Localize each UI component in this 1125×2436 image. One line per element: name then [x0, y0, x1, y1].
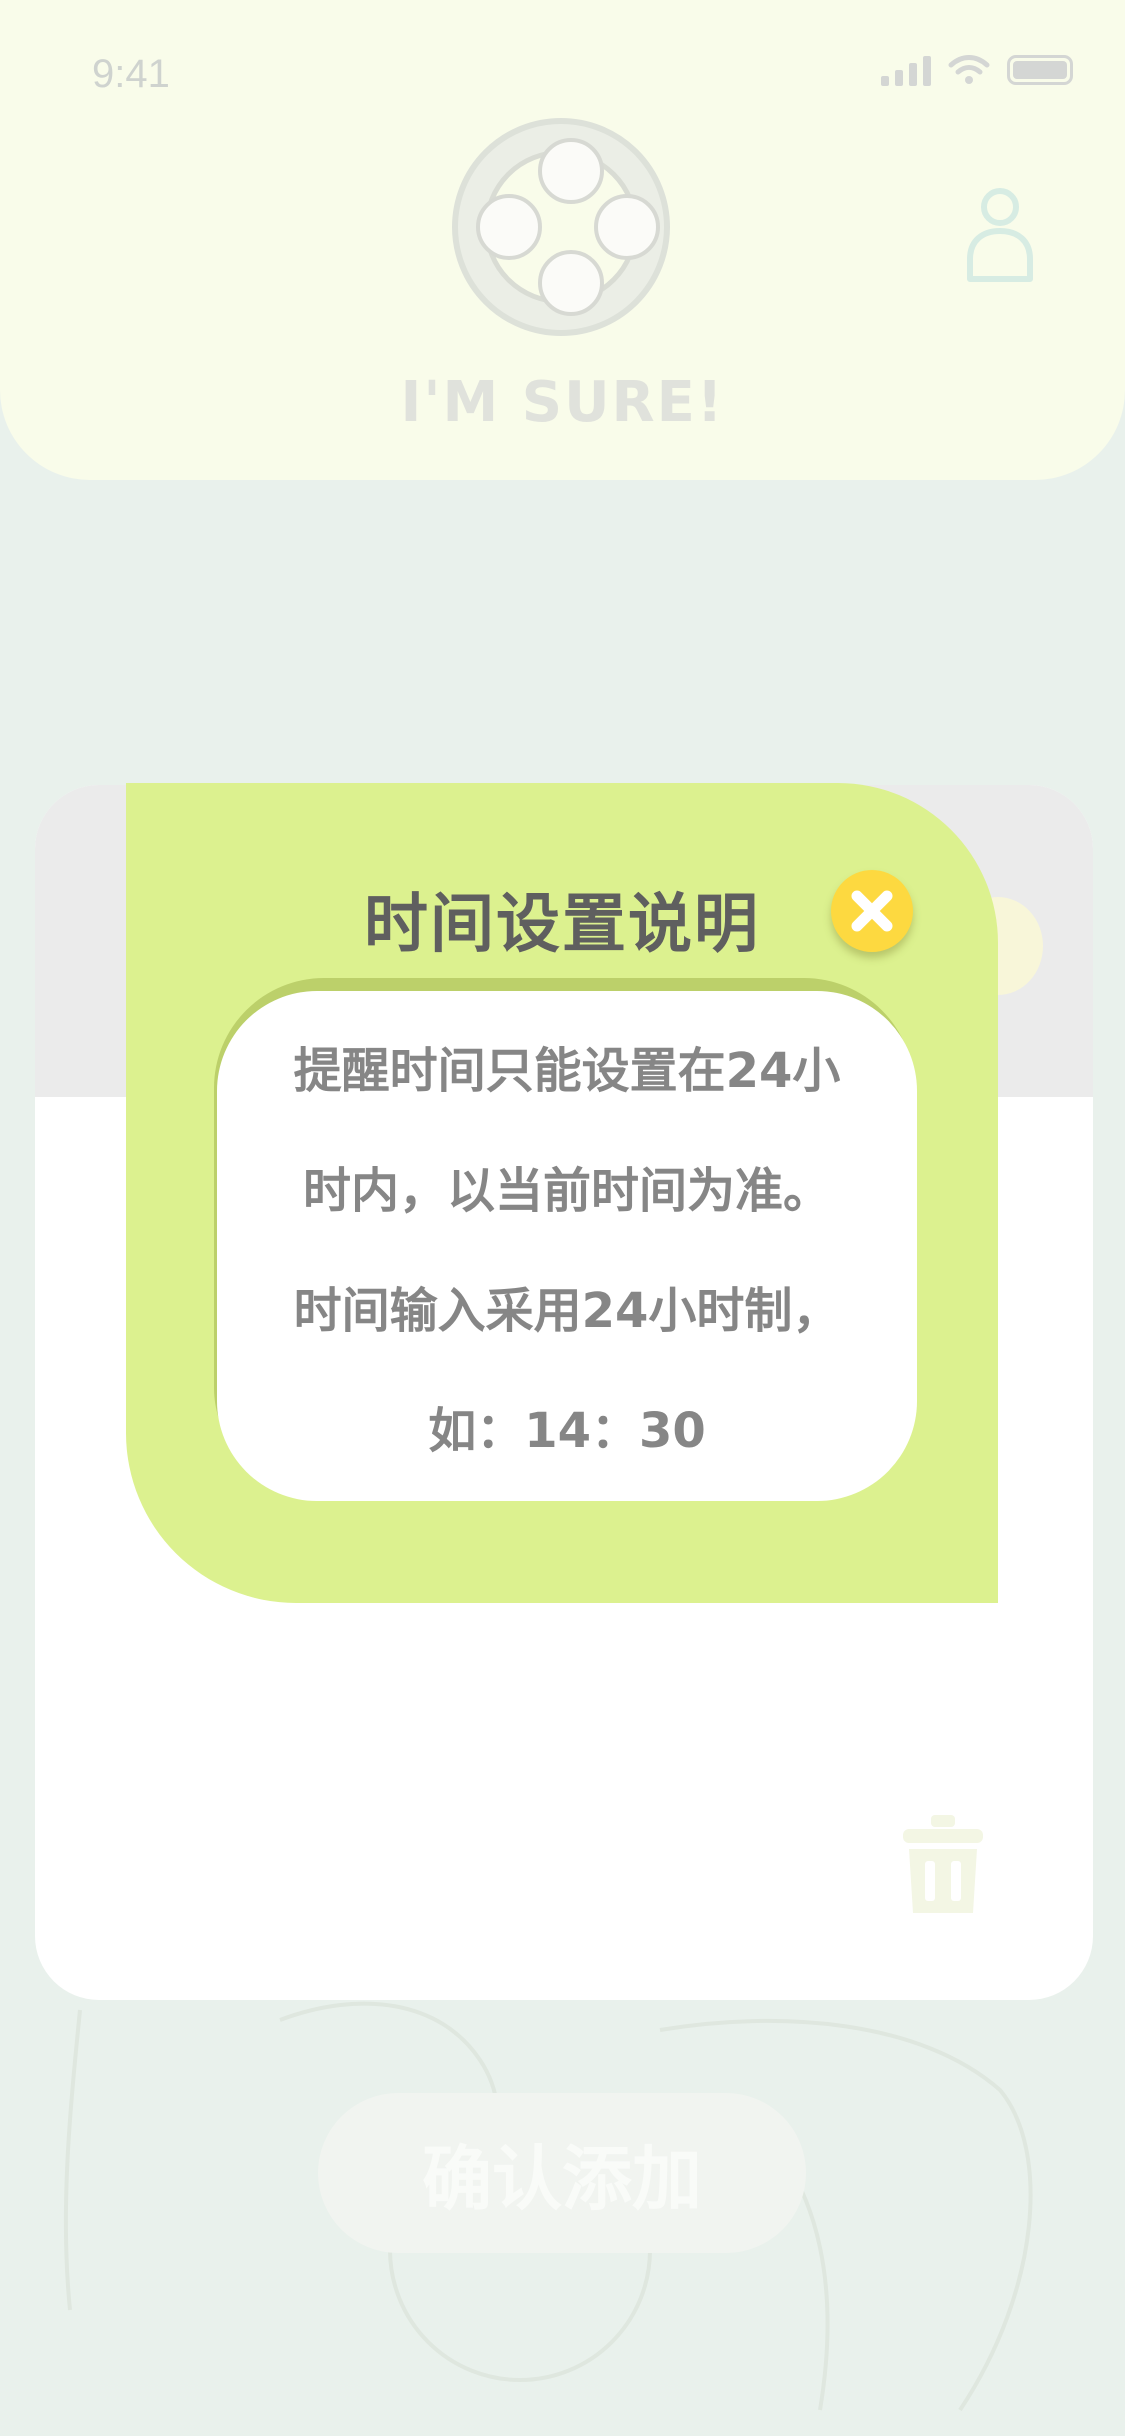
- profile-icon[interactable]: [960, 185, 1040, 285]
- confirm-add-button[interactable]: 确认添加: [318, 2093, 806, 2253]
- close-icon: [851, 890, 893, 932]
- app-logo: [452, 118, 670, 336]
- instruction-line: 时内，以当前时间为准。: [302, 1163, 831, 1219]
- cellular-signal-icon: [881, 54, 931, 86]
- instruction-box: 提醒时间只能设置在24小 时内，以当前时间为准。 时间输入采用24小时制， 如：…: [217, 991, 917, 1501]
- app-name: I'M SURE!: [400, 370, 725, 435]
- close-button[interactable]: [831, 870, 913, 952]
- time-setting-dialog: 时间设置说明 提醒时间只能设置在24小 时内，以当前时间为准。 时间输入采用24…: [126, 783, 998, 1603]
- status-bar: 9:41: [0, 0, 1125, 150]
- status-time: 9:41: [92, 52, 170, 96]
- trash-icon[interactable]: [903, 1815, 983, 1915]
- battery-icon: [1007, 55, 1073, 85]
- instruction-line: 提醒时间只能设置在24小: [293, 1043, 841, 1099]
- instruction-line: 时间输入采用24小时制，: [293, 1283, 841, 1339]
- wifi-icon: [948, 55, 990, 84]
- instruction-line: 如：14：30: [428, 1403, 706, 1459]
